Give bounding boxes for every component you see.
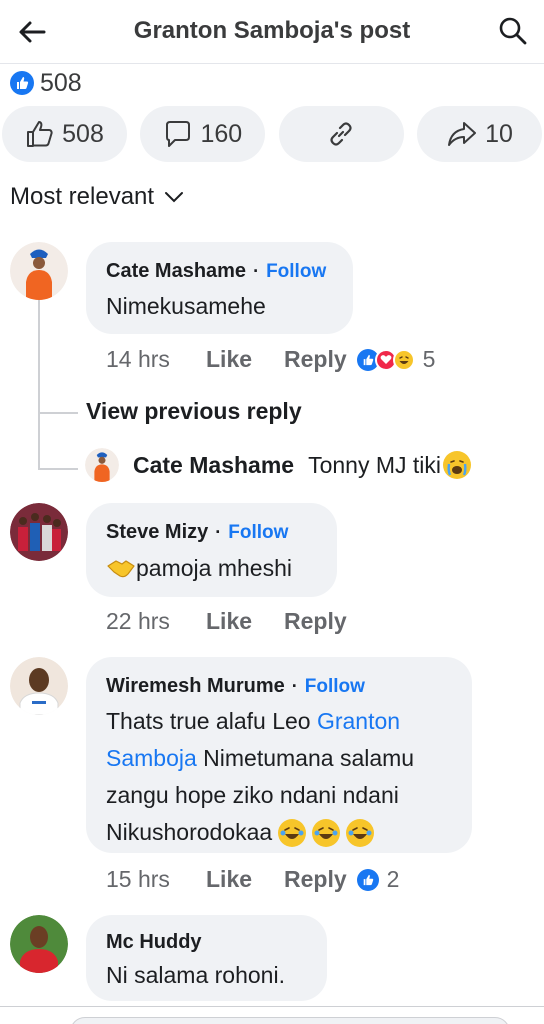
avatar[interactable] [10,915,68,973]
comment-text: Ni salama rohoni. [106,962,285,988]
thread-line [38,300,40,470]
crying-emoji-icon [443,451,472,479]
comment-text: Thats true alafu Leo Granton Samboja Nim… [106,703,466,851]
comment-reactions[interactable]: 5 [356,346,436,373]
separator-dot: · [291,676,298,696]
search-button[interactable] [494,12,532,50]
post-actions: 508 160 10 [2,106,542,162]
comment-composer-input[interactable] [70,1017,510,1024]
comment-text-part: Nikushorodokaa [106,819,273,845]
reaction-count: 2 [386,866,400,892]
comment-text-part: zangu hope ziko ndani ndani [106,782,399,808]
comment-reply-button[interactable]: Reply [284,866,347,893]
reply-preview[interactable]: Cate Mashame Tonny MJ tiki [85,448,472,482]
view-previous-reply[interactable]: View previous reply [86,398,302,425]
comment-meta: 15 hrs Like Reply 2 [106,866,399,893]
avatar[interactable] [10,657,68,715]
comment-author[interactable]: Mc Huddy [106,931,202,954]
comment-reply-button[interactable]: Reply [284,346,347,373]
comment-meta: 22 hrs Like Reply [106,608,347,635]
mention-link[interactable]: Granton [317,708,400,734]
top-bar: Granton Samboja's post [0,0,544,64]
comment-icon [166,121,191,147]
reaction-count: 5 [422,346,436,372]
comment-button[interactable]: 160 [140,106,266,162]
comment-author[interactable]: Wiremesh Murume [106,675,285,698]
avatar[interactable] [10,503,68,561]
reply-text: Tonny MJ tiki [308,451,442,478]
link-icon [330,122,352,146]
comment-author[interactable]: Cate Mashame [106,260,246,283]
thumbs-up-icon [27,121,53,147]
chevron-down-icon [165,192,184,203]
handshake-emoji-icon [106,556,136,582]
like-reaction-icon [356,868,379,891]
comment-count: 160 [200,119,243,148]
sort-label: Most relevant [10,183,155,210]
follow-button[interactable]: Follow [305,676,365,698]
comment-reply-button[interactable]: Reply [284,608,347,635]
comment-text: pamoja mheshi [136,555,292,581]
separator-dot: · [215,522,222,542]
comment-time[interactable]: 22 hrs [106,608,206,635]
reply-author[interactable]: Cate Mashame [133,452,294,479]
share-count: 10 [485,119,513,148]
comment-bubble: Mc Huddy Ni salama rohoni. [86,915,327,1001]
comment-bubble: Cate Mashame · Follow Nimekusamehe [86,242,353,334]
avatar[interactable] [85,448,119,482]
comment-bubble: Steve Mizy · Follow pamoja mheshi [86,503,337,597]
comment-author[interactable]: Steve Mizy [106,521,208,544]
comment-time[interactable]: 14 hrs [106,346,206,373]
like-count: 508 [62,119,104,148]
copy-link-button[interactable] [278,106,404,162]
comment-meta: 14 hrs Like Reply 5 [106,346,435,373]
reaction-summary[interactable]: 508 [10,68,82,98]
avatar[interactable] [10,242,68,300]
thread-line-branch [38,412,78,414]
comment-reactions[interactable]: 2 [356,866,400,893]
like-button[interactable]: 508 [2,106,127,162]
composer-divider [0,1006,544,1007]
comment-text-part: Nimetumana salamu [196,745,415,771]
share-icon [448,122,477,146]
separator-dot: · [253,261,260,281]
comment-text-row: pamoja mheshi [106,550,292,587]
mention-link[interactable]: Samboja [106,745,197,771]
comment-bubble: Wiremesh Murume · Follow Thats true alaf… [86,657,472,853]
comment-sort-dropdown[interactable]: Most relevant [10,183,184,211]
thread-line-branch [38,468,78,470]
comment-text: Nimekusamehe [106,293,266,319]
like-reaction-icon [10,71,34,95]
follow-button[interactable]: Follow [266,261,326,283]
tears-of-joy-emoji-icon [312,818,341,847]
follow-button[interactable]: Follow [228,522,288,544]
comment-like-button[interactable]: Like [206,866,284,893]
reaction-count: 508 [40,68,82,97]
comment-text-part: Thats true alafu Leo [106,708,317,734]
haha-reaction-icon [392,348,415,371]
tears-of-joy-emoji-icon [278,818,307,847]
comment-like-button[interactable]: Like [206,608,284,635]
comment-like-button[interactable]: Like [206,346,284,373]
page-title: Granton Samboja's post [133,17,411,44]
share-button[interactable]: 10 [416,106,542,162]
tears-of-joy-emoji-icon [346,818,375,847]
comment-time[interactable]: 15 hrs [106,866,206,893]
search-icon [499,17,527,45]
